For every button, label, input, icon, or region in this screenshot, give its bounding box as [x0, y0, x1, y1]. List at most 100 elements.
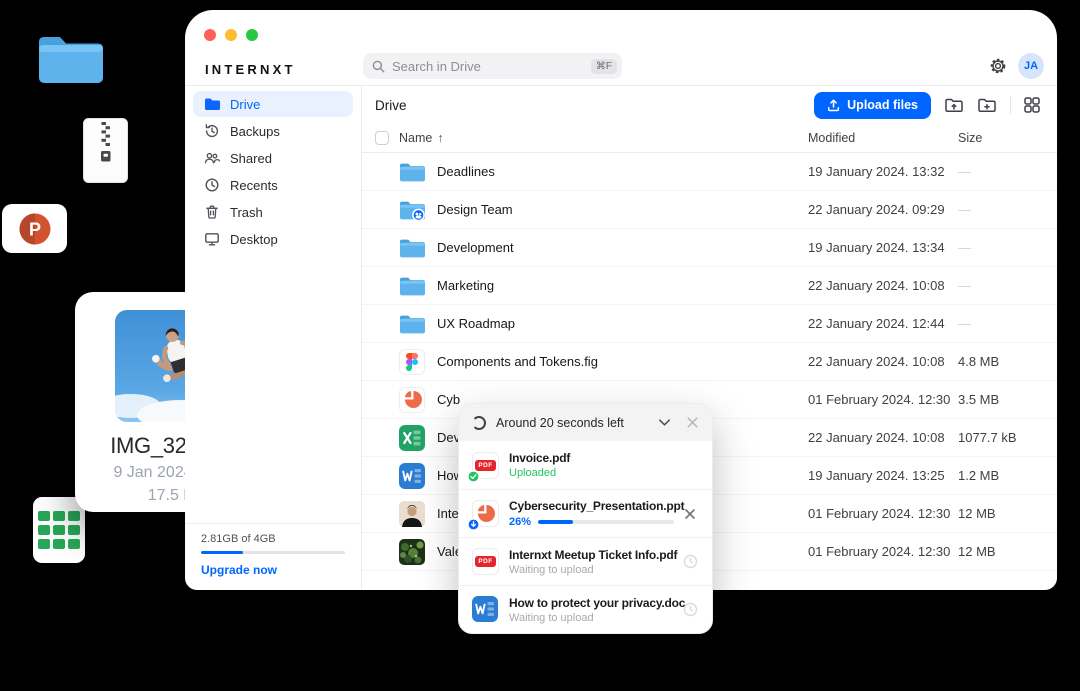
search-input[interactable]: Search in Drive ⌘F	[363, 53, 622, 79]
sidebar-item-label: Recents	[230, 178, 278, 193]
file-name: Components and Tokens.fig	[437, 354, 598, 369]
upgrade-now-link[interactable]: Upgrade now	[201, 563, 345, 577]
svg-text:P: P	[28, 219, 40, 239]
file-size: 1077.7 kB	[958, 430, 1017, 445]
waiting-clock-icon	[683, 602, 699, 617]
sidebar-item-recents[interactable]: Recents	[193, 172, 353, 198]
floating-powerpoint-icon[interactable]: P	[2, 204, 67, 253]
floating-spreadsheet-icon[interactable]	[33, 497, 85, 563]
upload-popup-header: Around 20 seconds left	[459, 404, 712, 441]
upload-item-name: Invoice.pdf	[509, 451, 699, 465]
drive-icon	[204, 96, 220, 112]
sidebar-item-label: Drive	[230, 97, 260, 112]
desktop: P	[0, 0, 1080, 691]
upload-status: Uploaded	[509, 467, 699, 479]
settings-gear-icon[interactable]	[989, 57, 1007, 75]
floating-zip-icon[interactable]	[83, 118, 128, 183]
file-size: —	[958, 202, 971, 217]
file-modified: 19 January 2024. 13:25	[808, 468, 945, 483]
table-row[interactable]: UX Roadmap 22 January 2024. 12:44 —	[362, 305, 1057, 343]
file-modified: 22 January 2024. 10:08	[808, 354, 945, 369]
file-modified: 22 January 2024. 09:29	[808, 202, 945, 217]
word-icon	[399, 463, 425, 489]
close-window-button[interactable]	[204, 29, 216, 41]
file-size: —	[958, 240, 971, 255]
sidebar-nav: Drive Backups Shared Recents Trash Deskt…	[185, 86, 361, 252]
page-title: Drive	[375, 98, 407, 113]
table-row[interactable]: Marketing 22 January 2024. 10:08 —	[362, 267, 1057, 305]
storage-progress-fill	[201, 551, 243, 554]
create-folder-icon[interactable]	[977, 95, 997, 115]
column-name[interactable]: Name	[399, 131, 432, 145]
upload-folder-icon[interactable]	[944, 95, 964, 115]
file-size: 1.2 MB	[958, 468, 999, 483]
figma-icon	[399, 349, 425, 375]
upload-percent: 26%	[509, 516, 531, 528]
shared-icon	[204, 150, 220, 166]
sidebar-item-shared[interactable]: Shared	[193, 145, 353, 171]
photo-person-icon	[399, 501, 425, 527]
storage-section: 2.81GB of 4GB Upgrade now	[185, 523, 361, 589]
file-size: —	[958, 278, 971, 293]
zoom-window-button[interactable]	[246, 29, 258, 41]
folder-icon	[399, 311, 425, 337]
file-size: 12 MB	[958, 506, 996, 521]
search-placeholder: Search in Drive	[392, 59, 591, 74]
table-row[interactable]: Components and Tokens.fig 22 January 202…	[362, 343, 1057, 381]
grid-view-icon[interactable]	[1024, 97, 1040, 113]
file-modified: 19 January 2024. 13:34	[808, 240, 945, 255]
upload-item-name: Internxt Meetup Ticket Info.pdf	[509, 548, 674, 562]
window-controls	[204, 29, 258, 41]
storage-progress-bar	[201, 551, 345, 554]
sidebar-item-desktop[interactable]: Desktop	[193, 226, 353, 252]
internxt-logo: INTERNXT	[205, 62, 296, 77]
select-all-checkbox[interactable]	[375, 131, 389, 145]
table-header: Name ↑ Modified Size	[362, 124, 1057, 153]
table-row[interactable]: Design Team 22 January 2024. 09:29 —	[362, 191, 1057, 229]
upload-item-name: How to protect your privacy.doc	[509, 596, 674, 610]
avatar[interactable]: JA	[1018, 53, 1044, 79]
file-modified: 22 January 2024. 12:44	[808, 316, 945, 331]
ppt-icon	[399, 387, 425, 413]
file-modified: 01 February 2024. 12:30	[808, 506, 950, 521]
upload-item: How to protect your privacy.doc Waiting …	[459, 585, 712, 633]
file-size: 4.8 MB	[958, 354, 999, 369]
excel-icon	[399, 425, 425, 451]
photo-plant-icon	[399, 539, 425, 565]
upload-progress-bar	[538, 520, 674, 524]
sort-ascending-icon[interactable]: ↑	[437, 131, 443, 145]
table-row[interactable]: Development 19 January 2024. 13:34 —	[362, 229, 1057, 267]
file-name: Dev	[437, 430, 460, 445]
close-popup-icon[interactable]	[685, 415, 700, 430]
minimize-window-button[interactable]	[225, 29, 237, 41]
powerpoint-logo: P	[18, 212, 52, 246]
upload-items: PDF Invoice.pdf Uploaded Cybersecurity_P…	[459, 441, 712, 633]
file-name: UX Roadmap	[437, 316, 515, 331]
upload-files-button[interactable]: Upload files	[814, 92, 931, 119]
file-modified: 01 February 2024. 12:30	[808, 392, 950, 407]
sidebar: Drive Backups Shared Recents Trash Deskt…	[185, 86, 362, 589]
column-size[interactable]: Size	[958, 131, 982, 145]
sidebar-item-drive[interactable]: Drive	[193, 91, 353, 117]
file-modified: 01 February 2024. 12:30	[808, 544, 950, 559]
file-modified: 19 January 2024. 13:32	[808, 164, 945, 179]
cancel-upload-icon[interactable]	[683, 507, 699, 521]
upload-time-remaining: Around 20 seconds left	[496, 416, 657, 430]
collapse-popup-icon[interactable]	[657, 415, 672, 430]
floating-folder-icon[interactable]	[37, 30, 105, 85]
file-name: Marketing	[437, 278, 494, 293]
search-icon	[372, 60, 385, 73]
sidebar-item-trash[interactable]: Trash	[193, 199, 353, 225]
file-name: Cyb	[437, 392, 460, 407]
upload-item-name: Cybersecurity_Presentation.ppt	[509, 499, 674, 513]
upload-status: Waiting to upload	[509, 612, 674, 624]
file-name: Development	[437, 240, 514, 255]
uploaded-check-icon	[467, 470, 480, 483]
table-row[interactable]: Deadlines 19 January 2024. 13:32 —	[362, 153, 1057, 191]
sidebar-item-backups[interactable]: Backups	[193, 118, 353, 144]
upload-icon	[827, 99, 840, 112]
column-modified[interactable]: Modified	[808, 131, 855, 145]
uploading-arrow-icon	[467, 518, 480, 531]
folder-icon	[399, 235, 425, 261]
topbar: INTERNXT Search in Drive ⌘F JA	[185, 10, 1057, 86]
